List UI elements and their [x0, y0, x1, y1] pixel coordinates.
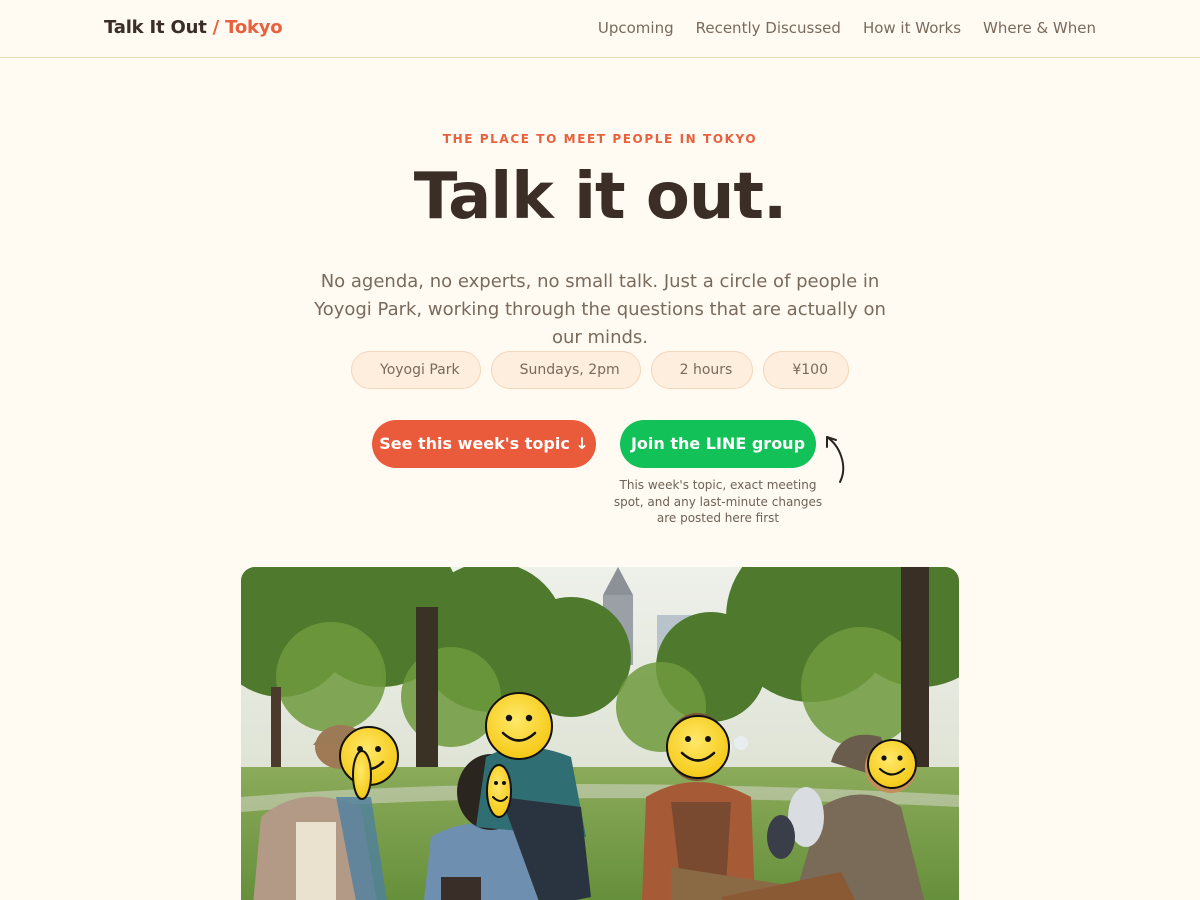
- brand-city: Tokyo: [225, 17, 283, 38]
- park-group-illustration: [241, 567, 959, 900]
- hero-photo: [241, 567, 959, 900]
- brand-name: Talk It Out: [104, 17, 207, 38]
- top-nav: Talk It Out / Tokyo Upcoming Recently Di…: [0, 0, 1200, 58]
- brand-separator: /: [206, 17, 226, 38]
- nav-link-recently-discussed[interactable]: Recently Discussed: [696, 19, 841, 37]
- info-pills: Yoyogi Park Sundays, 2pm 2 hours ¥100: [0, 351, 1200, 389]
- pill-time: Sundays, 2pm: [490, 351, 641, 389]
- pill-duration: 2 hours: [650, 351, 754, 389]
- nav-link-where-when[interactable]: Where & When: [983, 19, 1096, 37]
- hero-headline: Talk it out.: [413, 160, 788, 234]
- nav-link-upcoming[interactable]: Upcoming: [598, 19, 674, 37]
- hero-lede: No agenda, no experts, no small talk. Ju…: [314, 271, 886, 348]
- see-topic-button[interactable]: See this week's topic ↓: [372, 420, 596, 468]
- pill-location: Yoyogi Park: [351, 351, 481, 389]
- hero-eyebrow: THE PLACE TO MEET PEOPLE IN TOKYO: [442, 132, 758, 146]
- line-group-note: This week's topic, exact meeting spot, a…: [613, 478, 823, 525]
- join-line-button[interactable]: Join the LINE group: [620, 420, 816, 468]
- site-logo[interactable]: Talk It Out / Tokyo: [104, 17, 283, 38]
- nav-links: Upcoming Recently Discussed How it Works…: [598, 19, 1096, 37]
- pill-price: ¥100: [763, 351, 849, 389]
- nav-link-how-it-works[interactable]: How it Works: [863, 19, 961, 37]
